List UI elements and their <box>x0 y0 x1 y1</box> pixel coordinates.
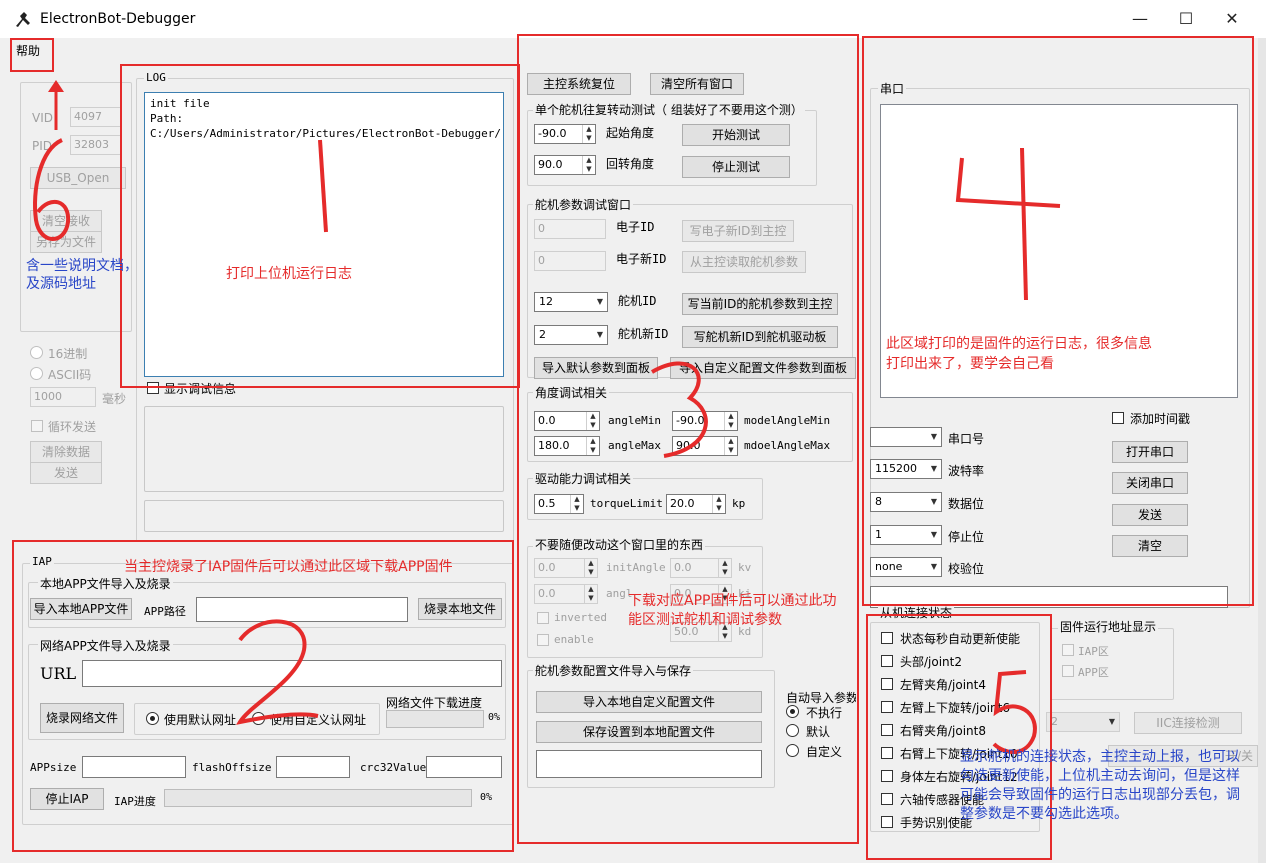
pid-label: PID <box>32 139 53 153</box>
annotation-box-servo <box>517 34 859 844</box>
log-input-field[interactable] <box>144 500 504 532</box>
annotation-text-1: 打印上位机运行日志 <box>226 266 352 282</box>
iic-combo-value: 2 <box>1051 715 1058 728</box>
log-send-area[interactable] <box>144 406 504 492</box>
annotation-text-4: 此区域打印的是固件的运行日志，很多信息打印出来了，要学会自己看 <box>886 336 1152 372</box>
save-as-file-button[interactable]: 另存为文件 <box>30 231 102 253</box>
firmware-title: 固件运行地址显示 <box>1058 618 1159 635</box>
close-button[interactable]: ✕ <box>1212 6 1252 32</box>
ms-label: 毫秒 <box>102 392 127 406</box>
ascii-label: ASCII码 <box>48 368 92 382</box>
loop-send-checkbox[interactable] <box>31 420 43 432</box>
window-title: ElectronBot-Debugger <box>40 11 196 27</box>
annotation-box-serial <box>862 36 1254 606</box>
pid-field[interactable]: 32803 <box>70 135 122 155</box>
annotation-text-3: 下载对应APP固件后可以通过此功能区测试舵机和调试参数 <box>628 593 837 628</box>
hex16-radio[interactable] <box>30 346 43 359</box>
firmware-group <box>1050 628 1174 700</box>
clear-receive-button[interactable]: 清空接收 <box>30 210 102 232</box>
iap-zone-checkbox <box>1062 644 1074 656</box>
vid-label: VID <box>32 111 53 125</box>
vid-field[interactable]: 4097 <box>70 107 122 127</box>
chevron-down-icon: ▼ <box>1108 717 1115 726</box>
maximize-button[interactable]: ☐ <box>1166 6 1206 32</box>
title-bar: ElectronBot-Debugger — ☐ ✕ <box>0 0 1266 38</box>
interval-field[interactable]: 1000 <box>30 387 96 407</box>
annotation-box-log <box>120 64 520 388</box>
left-send-button[interactable]: 发送 <box>30 462 102 484</box>
hex16-label: 16进制 <box>48 347 88 361</box>
annotation-text-6: 含一些说明文档，及源码地址 <box>26 258 138 292</box>
iic-combo[interactable]: 2 ▼ <box>1046 712 1120 732</box>
minimize-button[interactable]: — <box>1120 6 1160 32</box>
iap-zone-label: IAP区 <box>1078 645 1109 658</box>
loop-send-label: 循环发送 <box>48 420 97 434</box>
iic-check-button[interactable]: IIC连接检测 <box>1134 712 1242 734</box>
clear-data-button[interactable]: 清除数据 <box>30 441 102 463</box>
annotation-text-5: 显示舵机的连接状态，主控主动上报，也可以勾选更新使能，上位机主动去询问，但是这样… <box>960 749 1240 822</box>
app-zone-checkbox <box>1062 665 1074 677</box>
app-icon <box>14 10 32 28</box>
usb-open-button[interactable]: USB_Open <box>30 167 126 189</box>
annotation-box-help <box>10 38 54 72</box>
window-edge <box>1258 38 1266 863</box>
annotation-box-iap <box>12 540 514 852</box>
annotation-text-2: 当主控烧录了IAP固件后可以通过此区域下载APP固件 <box>124 559 453 575</box>
ascii-radio[interactable] <box>30 367 43 380</box>
app-zone-label: APP区 <box>1078 666 1109 679</box>
